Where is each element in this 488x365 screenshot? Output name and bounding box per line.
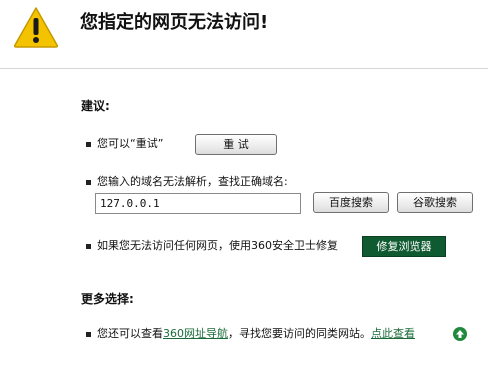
bullet xyxy=(86,332,91,337)
retry-button[interactable]: 重 试 xyxy=(195,134,277,155)
arrow-up-circle-icon[interactable] xyxy=(453,327,467,341)
page-title: 您指定的网页无法访问! xyxy=(80,12,269,33)
baidu-search-button[interactable]: 百度搜索 xyxy=(313,192,389,213)
more-line-prefix: 您还可以查看 xyxy=(97,327,163,340)
suggestions-heading: 建议: xyxy=(81,99,110,113)
domain-input[interactable] xyxy=(95,193,301,214)
retry-text: 您可以“重试” xyxy=(97,137,164,150)
error-header: 您指定的网页无法访问! xyxy=(0,0,488,69)
warning-icon xyxy=(13,7,59,48)
repair-browser-button[interactable]: 修复浏览器 xyxy=(362,236,446,257)
google-search-button[interactable]: 谷歌搜索 xyxy=(397,192,473,213)
bullet xyxy=(86,180,91,185)
repair-text: 如果您无法访问任何网页，使用360安全卫士修复 xyxy=(97,239,338,252)
view-link[interactable]: 点此查看 xyxy=(371,327,415,340)
bullet xyxy=(86,142,91,147)
domain-text: 您输入的域名无法解析，查找正确域名: xyxy=(97,175,288,188)
bullet xyxy=(86,244,91,249)
more-heading: 更多选择: xyxy=(81,292,134,306)
more-line: 您还可以查看360网址导航，寻找您要访问的同类网站。点此查看 xyxy=(97,326,415,342)
more-line-middle: ，寻找您要访问的同类网站。 xyxy=(228,327,371,340)
nav-link[interactable]: 360网址导航 xyxy=(163,327,228,340)
